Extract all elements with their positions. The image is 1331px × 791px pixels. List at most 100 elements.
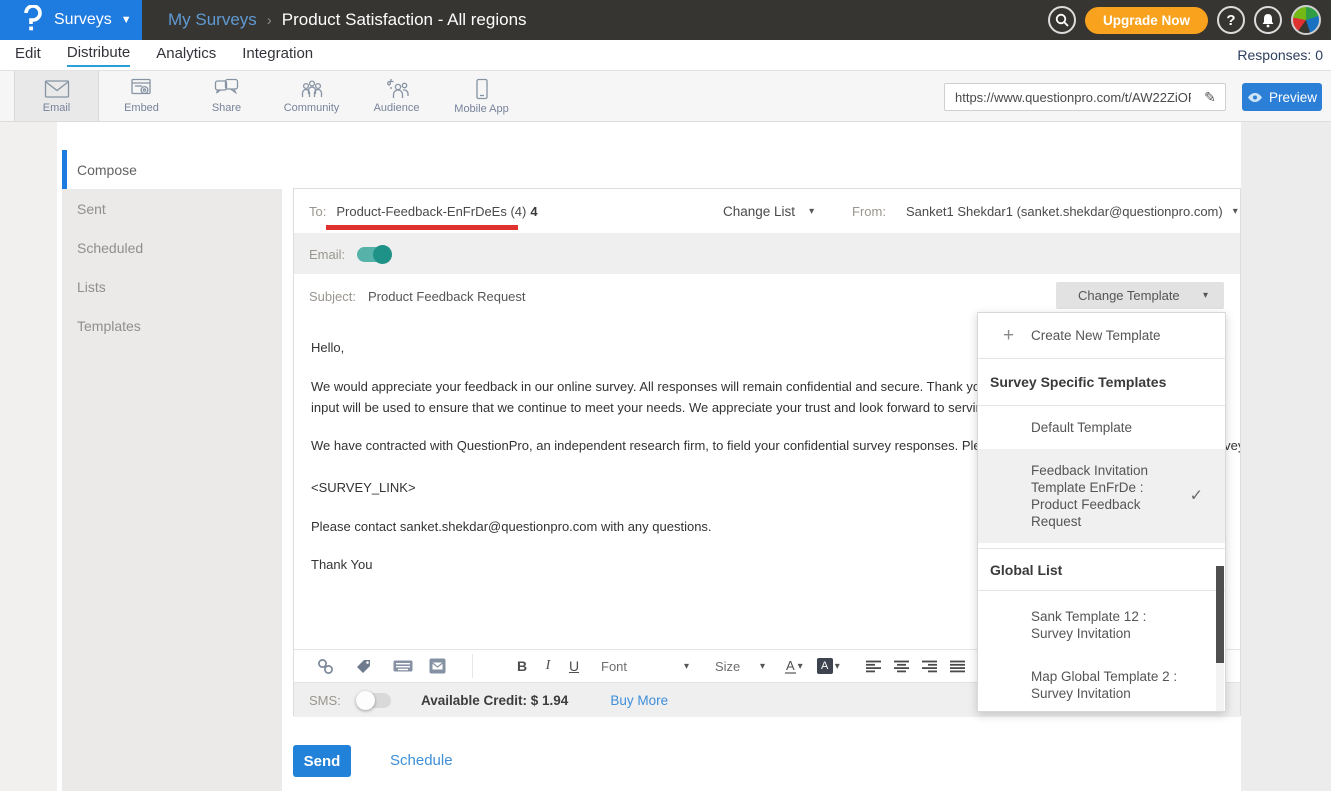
body-line: <SURVEY_LINK> xyxy=(311,480,416,495)
user-avatar[interactable] xyxy=(1291,5,1321,35)
body-line: Thank You xyxy=(311,557,372,572)
app-window: Surveys ▼ My Surveys › Product Satisfact… xyxy=(0,0,1331,791)
bold-button[interactable]: B xyxy=(509,658,535,674)
toolbar-divider xyxy=(472,654,473,678)
nav-tab-distribute[interactable]: Distribute xyxy=(67,44,130,67)
check-icon: ✓ xyxy=(1190,488,1203,505)
change-template-button[interactable]: Change Template ▾ xyxy=(1056,282,1224,309)
eye-icon xyxy=(1247,92,1263,103)
template-item-sank-12[interactable]: Sank Template 12 : Survey Invitation xyxy=(978,591,1225,655)
align-left-icon[interactable] xyxy=(866,660,881,673)
change-list-dropdown[interactable]: Change List ▾ xyxy=(723,189,814,234)
schedule-link[interactable]: Schedule xyxy=(390,752,453,769)
from-label: From: xyxy=(852,189,886,234)
channel-tab-embed[interactable]: Embed xyxy=(99,71,184,121)
breadcrumb-my-surveys[interactable]: My Surveys xyxy=(168,10,257,30)
nav-tab-integration[interactable]: Integration xyxy=(242,45,313,66)
italic-button[interactable]: I xyxy=(535,658,561,674)
questionpro-logo-icon xyxy=(22,5,42,36)
body-line: Please contact sanket.shekdar@questionpr… xyxy=(311,519,712,534)
to-underline-bar xyxy=(326,225,518,230)
to-label: To: xyxy=(309,204,326,219)
sidebar-item-compose[interactable]: Compose xyxy=(62,150,282,189)
subject-label: Subject: xyxy=(309,289,356,304)
align-right-icon[interactable] xyxy=(922,660,937,673)
sidebar-item-scheduled[interactable]: Scheduled xyxy=(62,228,282,267)
email-toggle[interactable] xyxy=(357,247,391,262)
body-line: input will be used to ensure that we con… xyxy=(311,400,1018,415)
sidebar-item-lists[interactable]: Lists xyxy=(62,267,282,306)
page-title: Product Satisfaction - All regions xyxy=(282,10,527,30)
channel-tab-mobile-app[interactable]: Mobile App xyxy=(439,71,524,121)
edit-url-pencil-icon[interactable]: ✎ xyxy=(1195,89,1225,106)
align-justify-icon[interactable] xyxy=(950,660,965,673)
template-item-feedback-invitation[interactable]: Feedback Invitation Template EnFrDe : Pr… xyxy=(978,449,1225,543)
sidebar-item-templates[interactable]: Templates xyxy=(62,306,282,345)
subject-value[interactable]: Product Feedback Request xyxy=(368,289,526,304)
from-sender-dropdown[interactable]: Sanket1 Shekdar1 (sanket.shekdar@questio… xyxy=(906,189,1238,234)
caret-down-icon: ▾ xyxy=(1233,206,1238,217)
available-credit: Available Credit: $ 1.94 xyxy=(421,693,568,708)
create-new-template-item[interactable]: + Create New Template xyxy=(978,313,1225,359)
channel-tab-community[interactable]: Community xyxy=(269,71,354,121)
survey-nav: Edit Distribute Analytics Integration Re… xyxy=(0,40,1331,70)
menu-section-header: Survey Specific Templates xyxy=(978,359,1225,406)
channel-tab-share[interactable]: Share xyxy=(184,71,269,121)
buy-more-link[interactable]: Buy More xyxy=(610,693,668,708)
underline-button[interactable]: U xyxy=(561,658,587,674)
left-gutter xyxy=(0,122,57,791)
product-switcher[interactable]: Surveys ▼ xyxy=(0,0,142,40)
to-list-name[interactable]: Product-Feedback-EnFrDeEs (4) xyxy=(336,204,526,219)
search-icon xyxy=(1055,13,1069,27)
plus-icon: + xyxy=(1003,325,1031,347)
audience-icon xyxy=(384,78,410,99)
sms-toggle[interactable] xyxy=(357,693,391,708)
insert-link-icon[interactable] xyxy=(314,658,336,675)
survey-url-field: ✎ xyxy=(944,83,1226,111)
font-family-select[interactable]: Font ▾ xyxy=(601,659,689,674)
global-template-list: Sank Template 12 : Survey Invitation Map… xyxy=(978,591,1225,712)
share-icon xyxy=(214,78,239,99)
keyboard-icon[interactable] xyxy=(392,660,414,672)
notifications-button[interactable] xyxy=(1254,6,1282,34)
breadcrumb: My Surveys › Product Satisfaction - All … xyxy=(168,0,527,40)
right-gutter xyxy=(1241,122,1331,791)
sidebar-item-sent[interactable]: Sent xyxy=(62,189,282,228)
font-size-select[interactable]: Size ▾ xyxy=(715,659,765,674)
template-item-map-global-2[interactable]: Map Global Template 2 : Survey Invitatio… xyxy=(978,655,1225,712)
channel-tab-email[interactable]: Email xyxy=(14,71,99,121)
upgrade-now-button[interactable]: Upgrade Now xyxy=(1085,7,1208,34)
preview-button[interactable]: Preview xyxy=(1242,83,1322,111)
header-actions: Upgrade Now ? xyxy=(1048,0,1321,40)
help-button[interactable]: ? xyxy=(1217,6,1245,34)
nav-tab-analytics[interactable]: Analytics xyxy=(156,45,216,66)
caret-down-icon: ▾ xyxy=(760,661,765,672)
product-menu-label: Surveys xyxy=(54,11,112,29)
text-color-button[interactable]: A ▾ xyxy=(785,659,803,674)
nav-tab-edit[interactable]: Edit xyxy=(15,45,41,66)
send-button[interactable]: Send xyxy=(293,745,351,777)
top-header: Surveys ▼ My Surveys › Product Satisfact… xyxy=(0,0,1331,40)
insert-email-icon[interactable] xyxy=(426,658,448,674)
search-button[interactable] xyxy=(1048,6,1076,34)
product-menu-caret-icon: ▼ xyxy=(121,14,132,26)
email-icon xyxy=(44,79,70,99)
recipients-row: To: Product-Feedback-EnFrDeEs (4) 4 Chan… xyxy=(294,189,1240,234)
email-sidebar: Compose Sent Scheduled Lists Templates xyxy=(62,150,282,791)
channel-tabs: Email Embed Share xyxy=(14,71,524,121)
mobile-app-icon xyxy=(474,78,490,100)
menu-section-header: Global List xyxy=(978,548,1225,591)
insert-tag-icon[interactable] xyxy=(353,658,375,675)
align-center-icon[interactable] xyxy=(894,660,909,673)
caret-down-icon: ▾ xyxy=(798,661,803,672)
template-item-default[interactable]: Default Template xyxy=(978,406,1225,449)
channel-tab-audience[interactable]: Audience xyxy=(354,71,439,121)
channel-toolbar: Email Embed Share xyxy=(0,70,1331,122)
survey-url-input[interactable] xyxy=(945,90,1195,105)
menu-scrollbar-thumb[interactable] xyxy=(1216,566,1224,663)
responses-count: Responses: 0 xyxy=(1237,47,1323,63)
highlight-color-button[interactable]: A ▾ xyxy=(817,658,840,674)
community-icon xyxy=(299,78,325,99)
breadcrumb-separator-icon: › xyxy=(267,12,272,29)
caret-down-icon: ▾ xyxy=(684,661,689,672)
